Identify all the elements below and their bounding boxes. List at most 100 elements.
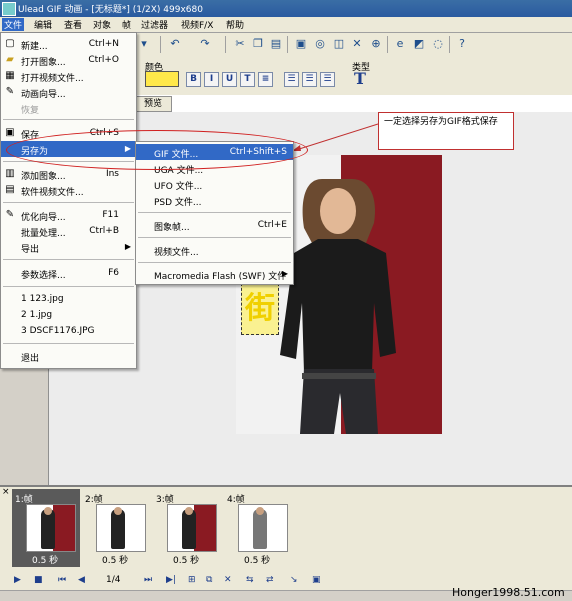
- menu-add-image[interactable]: ▥ 添加图象... Ins: [1, 166, 136, 182]
- copy-icon[interactable]: ❐: [251, 37, 265, 51]
- paste-icon[interactable]: ▤: [269, 37, 283, 51]
- menu-save-as[interactable]: 另存为 ▶: [1, 141, 136, 157]
- submenu-arrow-icon: ▶: [281, 269, 288, 278]
- open-folder-icon: ▰: [6, 54, 14, 65]
- submenu-psd-file[interactable]: PSD 文件...: [136, 192, 293, 208]
- menu-frame[interactable]: 帧: [120, 18, 133, 31]
- close-icon[interactable]: ×: [2, 487, 10, 497]
- align-center-button[interactable]: ☰: [302, 72, 317, 87]
- reverse-icon[interactable]: ⇄: [266, 575, 274, 585]
- color-picker-icon[interactable]: ▾: [137, 37, 151, 51]
- menu-exit[interactable]: 退出: [1, 348, 136, 364]
- menu-object[interactable]: 对象: [91, 18, 113, 31]
- submenu-arrow-icon: ▶: [124, 242, 131, 251]
- save-icon[interactable]: ▣: [294, 37, 308, 51]
- menu-filter[interactable]: 过滤器: [139, 18, 170, 31]
- frame-thumbnail[interactable]: 4:帧 0.5 秒: [224, 489, 292, 567]
- toolbar-separator: [225, 36, 226, 53]
- add-frame-icon[interactable]: ⊞: [188, 575, 196, 585]
- menu-preferences[interactable]: 参数选择... F6: [1, 265, 136, 281]
- text-type-icon[interactable]: T: [354, 69, 366, 88]
- color-swatch[interactable]: [145, 71, 179, 87]
- frame-properties-icon[interactable]: ▣: [312, 575, 321, 585]
- strikethrough-button[interactable]: T: [240, 72, 255, 87]
- submenu-flash-swf[interactable]: Macromedia Flash (SWF) 文件 ▶: [136, 266, 293, 282]
- cut-icon[interactable]: ✂: [233, 37, 247, 51]
- save-as-submenu: GIF 文件... Ctrl+Shift+S UGA 文件... UFO 文件..…: [135, 141, 294, 285]
- stop-icon[interactable]: ■: [34, 575, 43, 585]
- undo-icon[interactable]: ↶: [168, 37, 182, 51]
- ie-icon[interactable]: e: [393, 37, 407, 51]
- menu-separator: [3, 119, 134, 120]
- menu-bar: 文件 编辑 查看 对象 帧 过滤器 视频F/X 帮助: [0, 17, 572, 33]
- tween-icon[interactable]: ⇆: [246, 575, 254, 585]
- submenu-image-frames[interactable]: 图象帧... Ctrl+E: [136, 217, 293, 233]
- menu-edit[interactable]: 编辑: [32, 18, 54, 31]
- menu-batch[interactable]: 批量处理... Ctrl+B: [1, 223, 136, 239]
- frame-thumbnail[interactable]: 2:帧 0.5 秒: [82, 489, 150, 567]
- optimize-icon[interactable]: ◩: [412, 37, 426, 51]
- first-frame-icon[interactable]: ⏮: [58, 575, 66, 585]
- callout-arrow: [292, 123, 379, 151]
- menu-separator: [3, 343, 134, 344]
- prev-frame-icon[interactable]: ◀: [78, 575, 85, 585]
- menu-video-fx[interactable]: 视频F/X: [179, 18, 215, 31]
- toolbar-separator: [160, 36, 161, 53]
- duplicate-frame-icon[interactable]: ⧉: [206, 575, 212, 585]
- menu-separator: [3, 286, 134, 287]
- play-icon[interactable]: ▶: [14, 575, 21, 585]
- toolbar-separator: [449, 36, 450, 53]
- frame-counter: 1/4: [106, 575, 121, 585]
- align-left-button[interactable]: ☰: [284, 72, 299, 87]
- frame-thumbnail[interactable]: 3:帧 0.5 秒: [153, 489, 221, 567]
- redo-icon[interactable]: ↷: [198, 37, 212, 51]
- menu-software-video[interactable]: ▤ 软件视频文件...: [1, 182, 136, 198]
- align-right-button[interactable]: ☰: [320, 72, 335, 87]
- delete-icon[interactable]: ✕: [350, 37, 364, 51]
- menu-animation-wizard[interactable]: ✎ 动画向导...: [1, 84, 136, 100]
- globe-icon[interactable]: ⊕: [369, 37, 383, 51]
- submenu-uga-file[interactable]: UGA 文件...: [136, 160, 293, 176]
- menu-recent-file[interactable]: 1 123.jpg: [1, 291, 136, 307]
- title-bar: Ulead GIF 动画 - [无标题*] (1/2X) 499x680: [0, 0, 572, 17]
- bold-button[interactable]: B: [186, 72, 201, 87]
- menu-recent-file[interactable]: 2 1.jpg: [1, 307, 136, 323]
- menu-export[interactable]: 导出 ▶: [1, 239, 136, 255]
- underline-button[interactable]: U: [222, 72, 237, 87]
- menu-file[interactable]: 文件: [2, 18, 25, 31]
- menu-view[interactable]: 查看: [62, 18, 84, 31]
- frame-thumbnail[interactable]: 1:帧 0.5 秒: [12, 489, 80, 567]
- menu-separator: [138, 237, 291, 238]
- submenu-video-file[interactable]: 视频文件...: [136, 242, 293, 258]
- menu-save[interactable]: ▣ 保存 Ctrl+S: [1, 125, 136, 141]
- menu-separator: [3, 161, 134, 162]
- menu-new[interactable]: ▢ 新建... Ctrl+N: [1, 36, 136, 52]
- menu-open-image[interactable]: ▰ 打开图象... Ctrl+O: [1, 52, 136, 68]
- properties-icon[interactable]: ◎: [313, 37, 327, 51]
- annotation-callout: 一定选择另存为GIF格式保存: [378, 112, 514, 150]
- app-icon: [2, 2, 16, 16]
- menu-revert: 恢复: [21, 106, 40, 116]
- menu-optimize-wizard[interactable]: ✎ 优化向导... F11: [1, 207, 136, 223]
- menu-open-video[interactable]: ▦ 打开视频文件...: [1, 68, 136, 84]
- submenu-ufo-file[interactable]: UFO 文件...: [136, 176, 293, 192]
- text-object-overlay[interactable]: 街: [241, 283, 279, 335]
- watermark-text: Honger1998.51.com: [452, 586, 565, 599]
- last-frame-icon[interactable]: ▶|: [166, 575, 176, 585]
- next-frame-icon[interactable]: ⏭: [144, 575, 152, 585]
- vertical-text-button[interactable]: ≡: [258, 72, 273, 87]
- help-pointer-icon[interactable]: ?: [455, 37, 469, 51]
- text-banner-icon[interactable]: ↘: [290, 575, 298, 585]
- delete-frame-icon[interactable]: ✕: [224, 575, 232, 585]
- preview-icon[interactable]: ◌: [431, 37, 445, 51]
- submenu-gif-file[interactable]: GIF 文件... Ctrl+Shift+S: [136, 144, 293, 160]
- tab-preview[interactable]: 预览: [134, 96, 172, 112]
- submenu-arrow-icon: ▶: [124, 144, 131, 153]
- software-video-icon: ▤: [5, 184, 15, 195]
- toolbar-separator: [387, 36, 388, 53]
- menu-recent-file[interactable]: 3 DSCF1176.JPG: [1, 323, 136, 339]
- italic-button[interactable]: I: [204, 72, 219, 87]
- menu-help[interactable]: 帮助: [224, 18, 246, 31]
- layer-icon[interactable]: ◫: [332, 37, 346, 51]
- optimize-wizard-icon: ✎: [5, 209, 15, 220]
